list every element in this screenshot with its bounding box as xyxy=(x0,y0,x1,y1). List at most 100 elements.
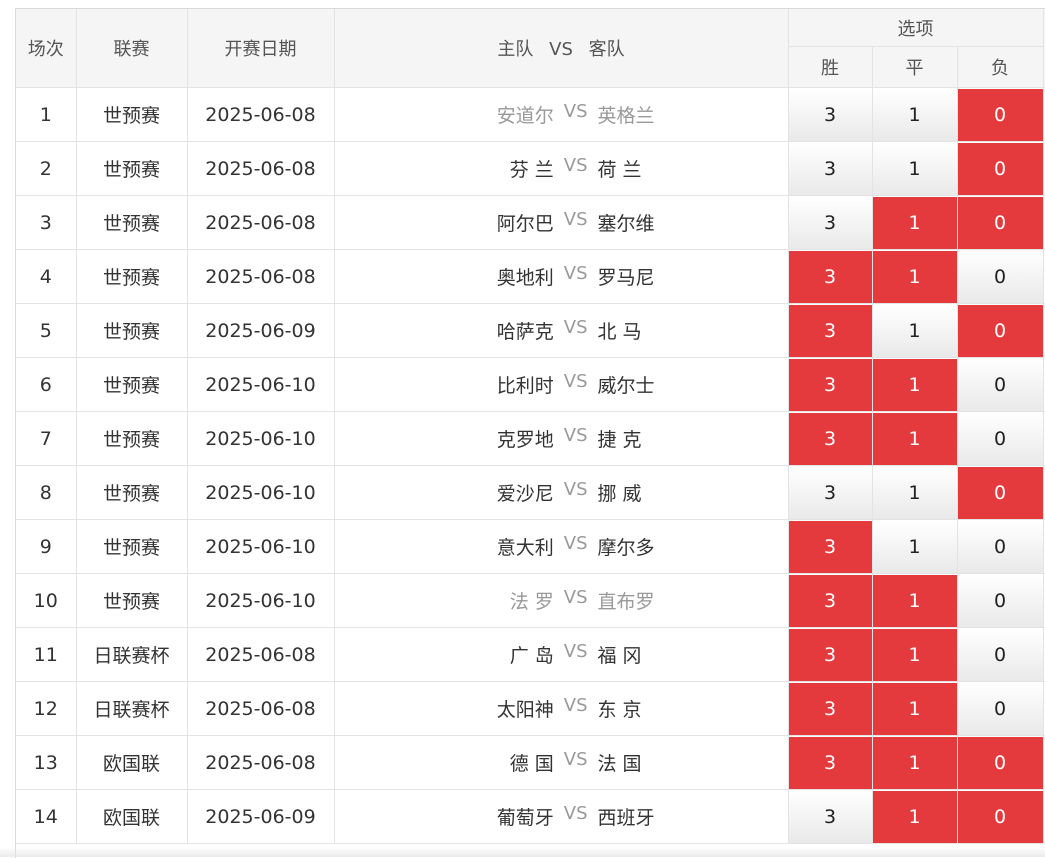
option-cell-lose: 0 xyxy=(957,466,1043,520)
league-name: 世预赛 xyxy=(76,358,187,412)
match-teams: 哈萨克VS北 马 xyxy=(334,304,788,358)
match-date: 2025-06-08 xyxy=(187,682,334,736)
option-lose-button[interactable]: 0 xyxy=(958,683,1043,735)
option-draw-button[interactable]: 1 xyxy=(873,737,957,789)
away-team: 直布罗 xyxy=(598,587,788,614)
option-draw-button[interactable]: 1 xyxy=(873,251,957,303)
match-teams: 克罗地VS捷 克 xyxy=(334,412,788,466)
home-team: 意大利 xyxy=(488,533,554,560)
option-cell-draw: 1 xyxy=(872,574,957,628)
option-lose-button[interactable]: 0 xyxy=(958,197,1043,249)
header-vs: VS xyxy=(549,39,573,60)
table-row: 6世预赛2025-06-10比利时VS威尔士310 xyxy=(16,358,1045,412)
option-win-button[interactable]: 3 xyxy=(789,305,872,357)
option-win-button[interactable]: 3 xyxy=(789,521,872,573)
league-name: 世预赛 xyxy=(76,520,187,574)
home-team: 德 国 xyxy=(488,749,554,776)
option-draw-button[interactable]: 1 xyxy=(873,683,957,735)
scroll-fade xyxy=(0,847,1045,857)
league-name: 世预赛 xyxy=(76,466,187,520)
option-win-button[interactable]: 3 xyxy=(789,791,872,843)
option-cell-draw: 1 xyxy=(872,304,957,358)
table-row: 11日联赛杯2025-06-08广 岛VS福 冈310 xyxy=(16,628,1045,682)
option-win-button[interactable]: 3 xyxy=(789,575,872,627)
match-index: 4 xyxy=(16,250,76,304)
option-win-button[interactable]: 3 xyxy=(789,89,872,141)
match-teams: 爱沙尼VS挪 威 xyxy=(334,466,788,520)
option-lose-button[interactable]: 0 xyxy=(958,89,1043,141)
league-name: 世预赛 xyxy=(76,88,187,142)
away-team: 罗马尼 xyxy=(598,263,788,290)
option-draw-button[interactable]: 1 xyxy=(873,197,957,249)
vs-label: VS xyxy=(564,371,588,398)
league-name: 世预赛 xyxy=(76,196,187,250)
league-name: 世预赛 xyxy=(76,304,187,358)
header-league: 联赛 xyxy=(76,9,187,88)
option-draw-button[interactable]: 1 xyxy=(873,467,957,519)
match-index: 8 xyxy=(16,466,76,520)
home-team: 克罗地 xyxy=(488,425,554,452)
match-date: 2025-06-08 xyxy=(187,142,334,196)
option-win-button[interactable]: 3 xyxy=(789,359,872,411)
option-win-button[interactable]: 3 xyxy=(789,683,872,735)
vs-label: VS xyxy=(564,155,588,182)
option-lose-button[interactable]: 0 xyxy=(958,359,1043,411)
option-lose-button[interactable]: 0 xyxy=(958,305,1043,357)
option-draw-button[interactable]: 1 xyxy=(873,143,957,195)
option-win-button[interactable]: 3 xyxy=(789,737,872,789)
option-cell-lose: 0 xyxy=(957,790,1043,844)
option-lose-button[interactable]: 0 xyxy=(958,737,1043,789)
option-lose-button[interactable]: 0 xyxy=(958,143,1043,195)
option-lose-button[interactable]: 0 xyxy=(958,521,1043,573)
match-date: 2025-06-10 xyxy=(187,358,334,412)
option-draw-button[interactable]: 1 xyxy=(873,305,957,357)
match-teams: 德 国VS法 国 xyxy=(334,736,788,790)
option-cell-lose: 0 xyxy=(957,574,1043,628)
match-index: 1 xyxy=(16,88,76,142)
table-header: 场次 联赛 开赛日期 主队 VS 客队 选项 胜 平 负 xyxy=(16,9,1045,88)
option-draw-button[interactable]: 1 xyxy=(873,575,957,627)
match-index: 3 xyxy=(16,196,76,250)
table-row: 9世预赛2025-06-10意大利VS摩尔多310 xyxy=(16,520,1045,574)
header-away: 客队 xyxy=(589,39,625,60)
home-team: 葡萄牙 xyxy=(488,803,554,830)
option-cell-lose: 0 xyxy=(957,682,1043,736)
table-row: 2世预赛2025-06-08芬 兰VS荷 兰310 xyxy=(16,142,1045,196)
league-name: 日联赛杯 xyxy=(76,628,187,682)
option-lose-button[interactable]: 0 xyxy=(958,413,1043,465)
option-lose-button[interactable]: 0 xyxy=(958,629,1043,681)
away-team: 摩尔多 xyxy=(598,533,788,560)
away-team: 西班牙 xyxy=(598,803,788,830)
option-cell-lose: 0 xyxy=(957,142,1043,196)
option-draw-button[interactable]: 1 xyxy=(873,629,957,681)
league-name: 世预赛 xyxy=(76,412,187,466)
option-win-button[interactable]: 3 xyxy=(789,467,872,519)
header-home: 主队 xyxy=(497,39,533,60)
option-win-button[interactable]: 3 xyxy=(789,629,872,681)
option-win-button[interactable]: 3 xyxy=(789,251,872,303)
vs-label: VS xyxy=(564,749,588,776)
header-options: 选项 xyxy=(788,9,1043,47)
option-draw-button[interactable]: 1 xyxy=(873,359,957,411)
home-team: 安道尔 xyxy=(488,101,554,128)
option-cell-lose: 0 xyxy=(957,304,1043,358)
option-draw-button[interactable]: 1 xyxy=(873,89,957,141)
option-lose-button[interactable]: 0 xyxy=(958,575,1043,627)
vs-label: VS xyxy=(564,803,588,830)
league-name: 世预赛 xyxy=(76,250,187,304)
match-date: 2025-06-08 xyxy=(187,628,334,682)
option-win-button[interactable]: 3 xyxy=(789,197,872,249)
option-draw-button[interactable]: 1 xyxy=(873,791,957,843)
vs-label: VS xyxy=(564,641,588,668)
option-win-button[interactable]: 3 xyxy=(789,413,872,465)
option-draw-button[interactable]: 1 xyxy=(873,521,957,573)
away-team: 捷 克 xyxy=(598,425,788,452)
option-lose-button[interactable]: 0 xyxy=(958,467,1043,519)
option-win-button[interactable]: 3 xyxy=(789,143,872,195)
option-lose-button[interactable]: 0 xyxy=(958,251,1043,303)
option-lose-button[interactable]: 0 xyxy=(958,791,1043,843)
home-team: 法 罗 xyxy=(488,587,554,614)
option-draw-button[interactable]: 1 xyxy=(873,413,957,465)
home-team: 哈萨克 xyxy=(488,317,554,344)
match-date: 2025-06-08 xyxy=(187,736,334,790)
